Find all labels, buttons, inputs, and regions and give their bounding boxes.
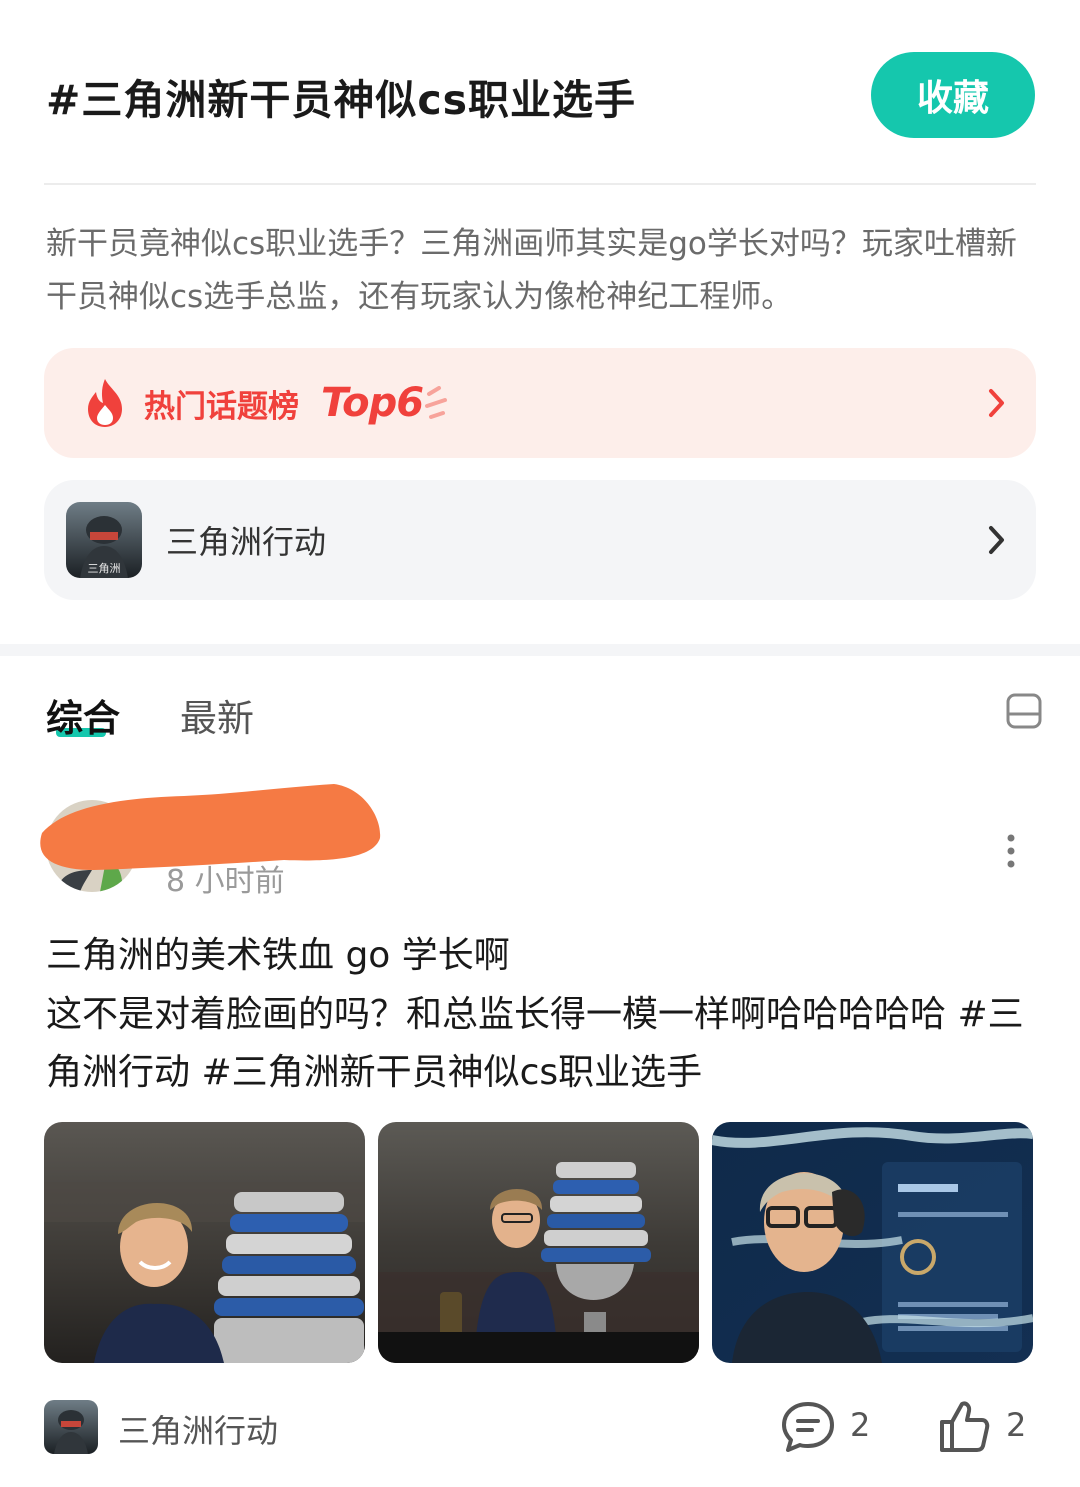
tab-general[interactable]: 综合 (46, 688, 120, 742)
tab-latest[interactable]: 最新 (180, 688, 254, 742)
hot-topic-rank-label: 热门话题榜 (144, 388, 299, 425)
chevron-right-icon (989, 389, 1004, 417)
post-timestamp: 8 小时前 (166, 864, 285, 899)
topic-title: #三角洲新干员神似cs职业选手 (46, 76, 637, 124)
footer-game-name[interactable]: 三角洲行动 (118, 1406, 278, 1452)
like-count: 2 (1006, 1406, 1027, 1444)
favorite-button[interactable]: 收藏 (871, 52, 1035, 138)
layout-toggle-icon[interactable] (1005, 692, 1043, 730)
footer-game-logo-icon[interactable] (44, 1400, 98, 1454)
topic-description: 新干员竟神似cs职业选手？三角洲画师其实是go学长对吗？玩家吐槽新干员神似cs选… (46, 226, 1017, 315)
post-image-2[interactable] (378, 1122, 699, 1363)
post-body[interactable]: 这不是对着脸画的吗？和总监长得一模一样啊哈哈哈哈哈 #三角洲行动 #三角洲新干员… (46, 986, 1046, 1102)
comment-count: 2 (850, 1406, 871, 1444)
svg-text:三角洲: 三角洲 (88, 562, 121, 575)
tab-general-label: 综合 (46, 697, 120, 740)
thumbs-up-icon[interactable] (938, 1398, 990, 1454)
more-options-icon[interactable] (998, 834, 1024, 868)
chevron-right-icon (989, 526, 1004, 554)
game-logo-icon: 三角洲 (66, 502, 142, 578)
game-link-card[interactable]: 三角洲 三角洲行动 (44, 480, 1036, 600)
sparkle-icon (425, 386, 448, 419)
header-divider (44, 183, 1036, 185)
section-divider (0, 644, 1080, 656)
rank-badge: Top6 (321, 380, 424, 426)
post-image-1[interactable] (44, 1122, 365, 1363)
hot-topic-rank-card[interactable]: 热门话题榜 Top6 (44, 348, 1036, 458)
comment-icon[interactable] (780, 1400, 836, 1454)
flame-icon (88, 379, 122, 427)
game-name: 三角洲行动 (166, 523, 327, 561)
post-title[interactable]: 三角洲的美术铁血 go 学长啊 (46, 926, 510, 978)
post-image-3[interactable] (712, 1122, 1033, 1363)
